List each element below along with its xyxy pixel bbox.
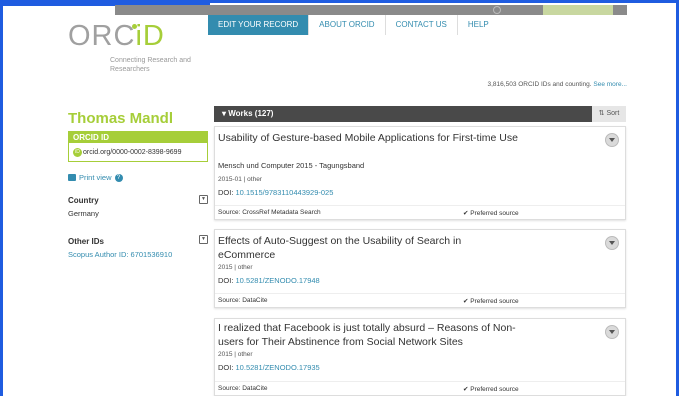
work-source: Source: CrossRef Metadata Search: [218, 209, 321, 216]
work-footer: Source: CrossRef Metadata Search ✔ Prefe…: [215, 205, 625, 220]
work-footer: Source: DataCite ✔ Preferred source: [215, 293, 625, 308]
country-dropdown-icon[interactable]: ▼: [199, 195, 208, 204]
doi-link[interactable]: 10.5281/ZENODO.17948: [236, 276, 320, 285]
print-view-label: Print view: [79, 173, 112, 182]
nav-contact-us[interactable]: CONTACT US: [386, 15, 458, 35]
preferred-source: ✔ Preferred source: [463, 386, 519, 393]
top-utility-bar: [115, 5, 627, 15]
other-ids-dropdown-icon[interactable]: ▼: [199, 235, 208, 244]
other-ids-label: Other IDs: [68, 237, 105, 246]
work-subtitle: Mensch und Computer 2015 - Tagungsband: [218, 161, 365, 170]
check-icon: ✔: [463, 298, 469, 305]
frame-left: [0, 0, 3, 396]
logo-dot-icon: [132, 24, 137, 29]
main-nav: EDIT YOUR RECORD ABOUT ORCID CONTACT US …: [208, 15, 499, 35]
tagline: Connecting Research and Researchers: [110, 57, 191, 73]
check-icon: ✔: [463, 386, 469, 393]
id-count: 3,816,503 ORCID IDs and counting. See mo…: [488, 81, 627, 88]
work-title: Usability of Gesture-based Mobile Applic…: [218, 132, 518, 144]
orcid-id-label: ORCID ID: [69, 132, 207, 143]
preferred-source: ✔ Preferred source: [463, 298, 519, 305]
work-doi: DOI: 10.1515/9783110443929-025: [218, 188, 334, 197]
sort-button[interactable]: ⇅ Sort: [592, 106, 626, 122]
help-icon[interactable]: ?: [114, 173, 123, 182]
nav-edit-your-record[interactable]: EDIT YOUR RECORD: [208, 15, 310, 35]
expand-chevron-icon[interactable]: [605, 133, 619, 147]
work-source: Source: DataCite: [218, 297, 268, 304]
work-title: I realized that Facebook is just totally…: [218, 322, 516, 348]
search-icon[interactable]: [493, 6, 501, 14]
id-count-text: 3,816,503 ORCID IDs and counting.: [487, 81, 592, 88]
expand-chevron-icon[interactable]: [605, 325, 619, 339]
orcid-id-box: ORCID ID iD orcid.org/0000-0002-8398-969…: [68, 131, 208, 162]
works-header[interactable]: ▾ Works (127) ⇅ Sort: [214, 106, 626, 122]
preferred-source: ✔ Preferred source: [463, 210, 519, 217]
orcid-logo[interactable]: ORCiD: [68, 20, 165, 53]
printer-icon: [68, 174, 76, 181]
doi-link[interactable]: 10.5281/ZENODO.17935: [236, 363, 320, 372]
work-meta: 2015 | other: [218, 264, 253, 271]
work-card: I realized that Facebook is just totally…: [214, 318, 626, 396]
country-value: Germany: [68, 209, 99, 218]
check-icon: ✔: [463, 210, 469, 217]
work-card: Effects of Auto-Suggest on the Usability…: [214, 229, 626, 308]
country-label: Country: [68, 196, 99, 205]
expand-chevron-icon[interactable]: [605, 236, 619, 250]
work-doi: DOI: 10.5281/ZENODO.17935: [218, 363, 320, 372]
work-footer: Source: DataCite ✔ Preferred source: [215, 381, 625, 396]
work-title: Effects of Auto-Suggest on the Usability…: [218, 235, 462, 261]
nav-help[interactable]: HELP: [458, 15, 499, 35]
works-title: ▾ Works (127): [222, 109, 274, 118]
search-input[interactable]: [543, 5, 613, 15]
orcid-id-icon: iD: [73, 147, 82, 157]
orcid-id-value[interactable]: orcid.org/0000-0002-8398-9699: [83, 149, 181, 156]
print-view-link[interactable]: Print view ?: [68, 173, 123, 182]
scopus-id-link[interactable]: Scopus Author ID: 6701536910: [68, 250, 172, 259]
nav-about-orcid[interactable]: ABOUT ORCID: [309, 15, 386, 35]
see-more-link[interactable]: See more...: [593, 81, 627, 88]
work-meta: 2015 | other: [218, 351, 253, 358]
work-doi: DOI: 10.5281/ZENODO.17948: [218, 276, 320, 285]
researcher-name: Thomas Mandl: [68, 110, 174, 127]
work-source: Source: DataCite: [218, 385, 268, 392]
work-meta: 2015-01 | other: [218, 176, 262, 183]
work-card: Usability of Gesture-based Mobile Applic…: [214, 126, 626, 220]
doi-link[interactable]: 10.1515/9783110443929-025: [236, 188, 334, 197]
